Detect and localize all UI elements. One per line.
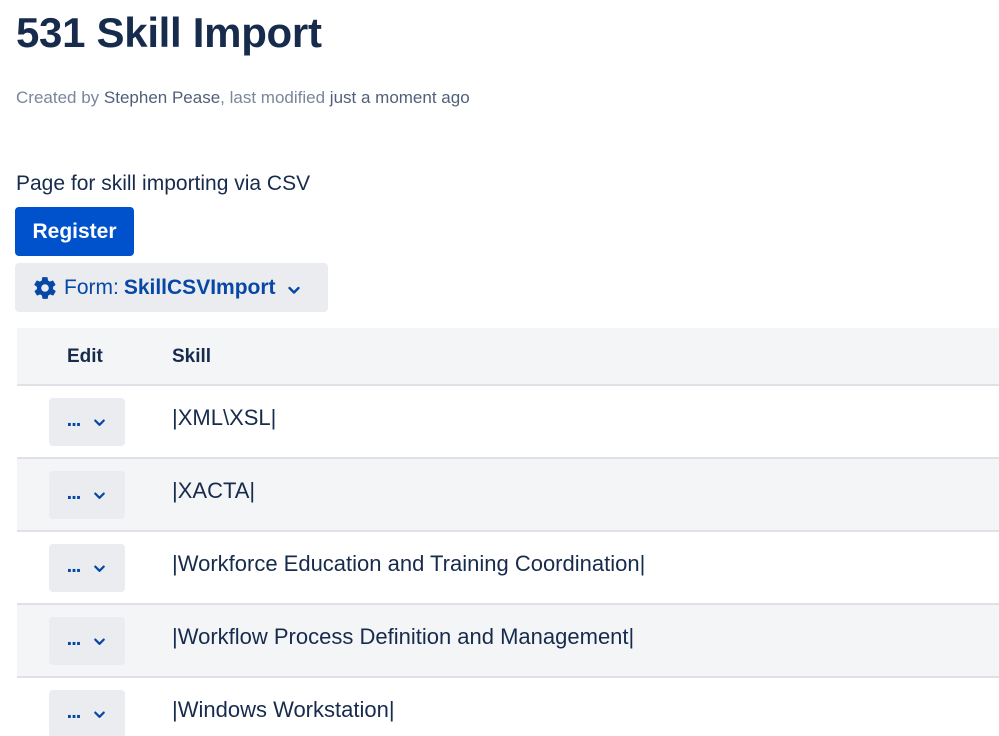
created-by-label: Created by bbox=[16, 88, 100, 107]
chevron-down-icon bbox=[92, 488, 107, 503]
register-button[interactable]: Register bbox=[15, 207, 134, 256]
chevron-down-icon bbox=[92, 707, 107, 722]
table-header: Edit Skill bbox=[17, 328, 999, 386]
row-actions-button[interactable]: ... bbox=[49, 471, 125, 519]
row-actions-button[interactable]: ... bbox=[49, 398, 125, 446]
table-row: ... |Workforce Education and Training Co… bbox=[17, 532, 999, 605]
row-actions-button[interactable]: ... bbox=[49, 617, 125, 665]
row-actions-label: ... bbox=[66, 409, 82, 431]
last-modified-label: , last modified bbox=[220, 88, 326, 107]
column-header-edit: Edit bbox=[67, 346, 103, 367]
page-title: 531 Skill Import bbox=[16, 9, 322, 56]
table-row: ... |XACTA| bbox=[17, 459, 999, 532]
skill-cell: |Windows Workstation| bbox=[172, 697, 395, 722]
row-actions-label: ... bbox=[66, 628, 82, 650]
row-actions-button[interactable]: ... bbox=[49, 544, 125, 592]
skill-cell: |Workforce Education and Training Coordi… bbox=[172, 551, 646, 576]
table-row: ... |Windows Workstation| bbox=[17, 678, 999, 736]
skill-cell: |XACTA| bbox=[172, 478, 256, 503]
table-row: ... |Workflow Process Definition and Man… bbox=[17, 605, 999, 678]
skill-cell: |XML\XSL| bbox=[172, 405, 277, 430]
row-actions-label: ... bbox=[66, 482, 82, 504]
table-row: ... |XML\XSL| bbox=[17, 386, 999, 459]
chevron-down-icon bbox=[92, 415, 107, 430]
chevron-down-icon bbox=[92, 561, 107, 576]
author-link[interactable]: Stephen Pease bbox=[104, 88, 220, 107]
skill-cell: |Workflow Process Definition and Managem… bbox=[172, 624, 635, 649]
form-menu-name: SkillCSVImport bbox=[123, 275, 276, 299]
last-modified-link[interactable]: just a moment ago bbox=[330, 88, 470, 107]
chevron-down-icon bbox=[286, 280, 302, 296]
page: 531 Skill Import Created by Stephen Peas… bbox=[0, 0, 999, 736]
chevron-down-icon bbox=[92, 634, 107, 649]
page-byline: Created by Stephen Pease, last modified … bbox=[16, 87, 470, 109]
form-menu-button[interactable]: Form: SkillCSVImport bbox=[15, 263, 328, 312]
form-menu-prefix: Form: bbox=[64, 275, 119, 299]
row-actions-button[interactable]: ... bbox=[49, 690, 125, 736]
column-header-skill: Skill bbox=[172, 346, 212, 367]
row-actions-label: ... bbox=[66, 701, 82, 723]
row-actions-label: ... bbox=[66, 555, 82, 577]
gear-icon bbox=[32, 275, 58, 301]
page-intro: Page for skill importing via CSV bbox=[16, 172, 311, 195]
skills-table: Edit Skill ... |XML\XSL| ... |XACTA| ...… bbox=[17, 328, 999, 736]
